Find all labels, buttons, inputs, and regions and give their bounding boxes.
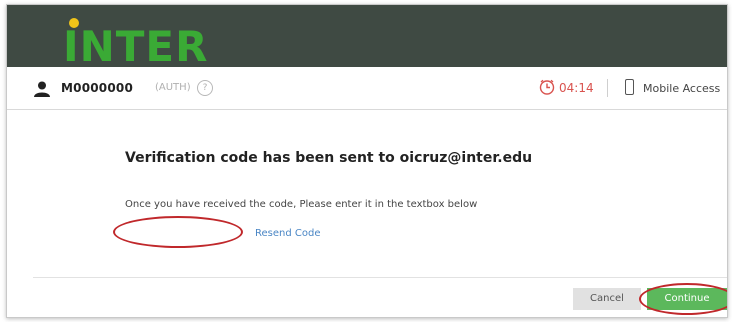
help-icon[interactable]: ? xyxy=(197,80,213,96)
top-bar: M0000000 (AUTH) ? 04:14 Mobile Access xyxy=(7,67,727,110)
footer-divider xyxy=(33,277,727,278)
verification-title: Verification code has been sent to oicru… xyxy=(125,150,533,166)
header-banner: INTER xyxy=(7,5,727,67)
auth-label: (AUTH) xyxy=(155,82,191,93)
login-window: INTER M0000000 (AUTH) ? 04:14 Mobile Acc… xyxy=(6,4,728,318)
user-icon xyxy=(34,81,50,97)
verification-code-input[interactable] xyxy=(115,218,235,244)
clock-icon xyxy=(539,79,555,95)
user-id: M0000000 xyxy=(61,81,133,95)
topbar-divider xyxy=(607,79,608,97)
phone-icon xyxy=(625,79,634,95)
inter-logo: INTER xyxy=(63,25,208,65)
verification-instructions: Once you have received the code, Please … xyxy=(125,199,478,210)
mobile-access-link[interactable]: Mobile Access xyxy=(643,82,720,95)
session-timer: 04:14 xyxy=(559,81,594,95)
logo-text: INTER xyxy=(63,25,208,65)
cancel-button[interactable]: Cancel xyxy=(573,288,641,310)
continue-button[interactable]: Continue xyxy=(647,288,727,310)
resend-code-link[interactable]: Resend Code xyxy=(255,228,320,239)
